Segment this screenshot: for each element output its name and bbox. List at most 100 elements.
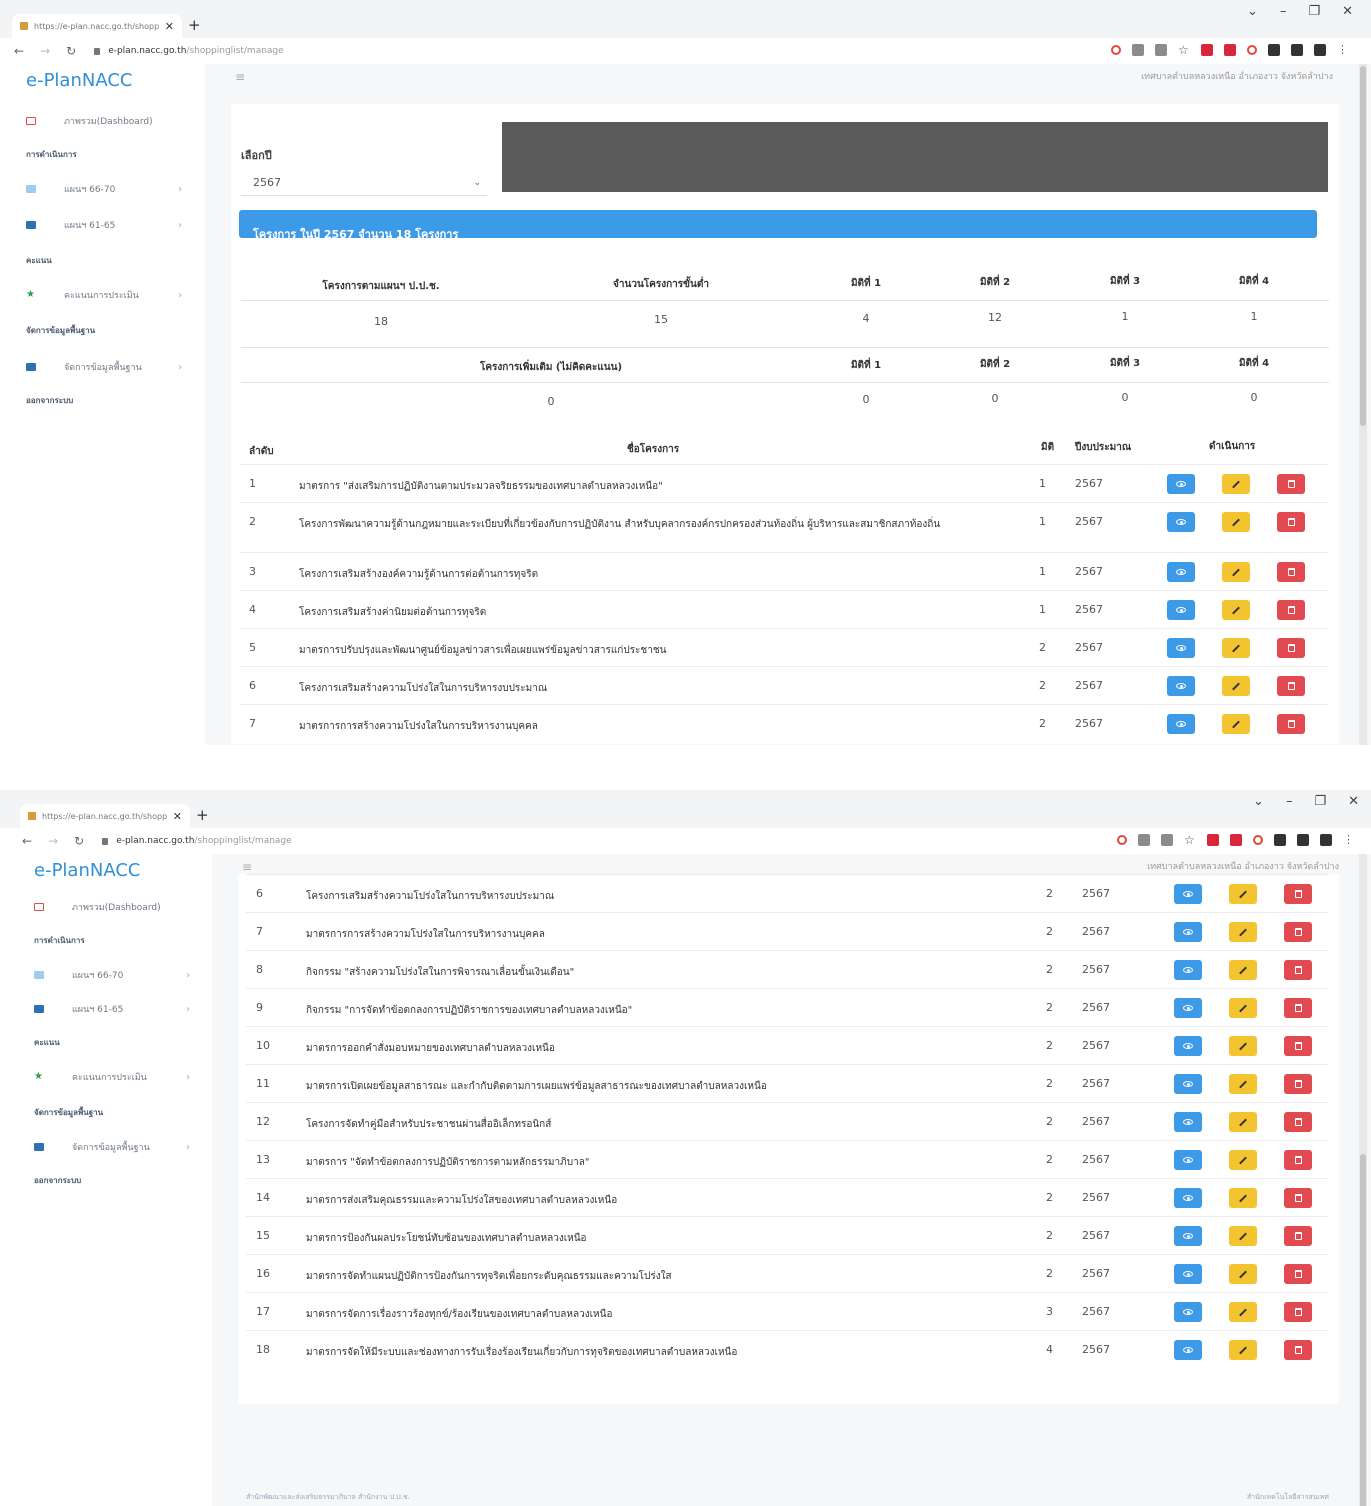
delete-button[interactable] bbox=[1284, 922, 1312, 942]
translate-icon[interactable] bbox=[1138, 834, 1150, 846]
edit-button[interactable] bbox=[1222, 600, 1250, 620]
view-button[interactable] bbox=[1167, 676, 1195, 696]
tab-search-icon[interactable]: ⌄ bbox=[1247, 4, 1258, 19]
reload-icon[interactable]: ↻ bbox=[66, 44, 76, 58]
sidebar-item-dashboard[interactable]: ภาพรวม(Dashboard) bbox=[26, 114, 153, 128]
star-icon[interactable]: ☆ bbox=[1184, 834, 1196, 846]
share-icon[interactable] bbox=[1155, 44, 1167, 56]
opera-extension-icon[interactable] bbox=[1247, 45, 1257, 55]
forward-icon[interactable]: → bbox=[48, 834, 58, 848]
sidebar-logout[interactable]: ออกจากระบบ bbox=[26, 394, 73, 407]
view-button[interactable] bbox=[1174, 1264, 1202, 1284]
view-button[interactable] bbox=[1167, 512, 1195, 532]
tab-search-icon[interactable]: ⌄ bbox=[1253, 794, 1264, 809]
delete-button[interactable] bbox=[1277, 600, 1305, 620]
google-icon[interactable] bbox=[1117, 835, 1127, 845]
hamburger-menu-icon[interactable]: ≡ bbox=[235, 70, 245, 84]
browser-tab[interactable]: https://e-plan.nacc.go.th/shopp ✕ bbox=[20, 804, 190, 828]
minimize-icon[interactable]: – bbox=[1286, 794, 1293, 809]
delete-button[interactable] bbox=[1277, 714, 1305, 734]
edit-button[interactable] bbox=[1229, 1264, 1257, 1284]
close-window-icon[interactable]: ✕ bbox=[1342, 4, 1353, 19]
star-icon[interactable]: ☆ bbox=[1178, 44, 1190, 56]
delete-button[interactable] bbox=[1284, 884, 1312, 904]
reload-icon[interactable]: ↻ bbox=[74, 834, 84, 848]
delete-button[interactable] bbox=[1277, 676, 1305, 696]
view-button[interactable] bbox=[1174, 1150, 1202, 1170]
delete-button[interactable] bbox=[1277, 638, 1305, 658]
back-icon[interactable]: ← bbox=[22, 834, 32, 848]
edit-button[interactable] bbox=[1229, 1074, 1257, 1094]
delete-button[interactable] bbox=[1277, 512, 1305, 532]
delete-button[interactable] bbox=[1284, 1264, 1312, 1284]
sidebar-item-dashboard[interactable]: ภาพรวม(Dashboard) bbox=[34, 900, 161, 914]
delete-button[interactable] bbox=[1284, 1302, 1312, 1322]
edit-button[interactable] bbox=[1222, 638, 1250, 658]
share-icon[interactable] bbox=[1161, 834, 1173, 846]
view-button[interactable] bbox=[1174, 1340, 1202, 1360]
view-button[interactable] bbox=[1174, 960, 1202, 980]
delete-button[interactable] bbox=[1284, 1188, 1312, 1208]
edit-button[interactable] bbox=[1229, 1340, 1257, 1360]
edit-button[interactable] bbox=[1222, 714, 1250, 734]
sidebar-item-score[interactable]: ★ คะแนนการประเมิน › bbox=[26, 288, 182, 302]
sidebar-item-basic-data[interactable]: จัดการข้อมูลพื้นฐาน › bbox=[26, 360, 182, 374]
profile-icon[interactable] bbox=[1320, 834, 1332, 846]
hamburger-menu-icon[interactable]: ≡ bbox=[242, 860, 252, 874]
view-button[interactable] bbox=[1167, 600, 1195, 620]
new-tab-icon[interactable]: + bbox=[196, 806, 209, 824]
edit-button[interactable] bbox=[1229, 1226, 1257, 1246]
edit-button[interactable] bbox=[1229, 998, 1257, 1018]
edit-button[interactable] bbox=[1229, 922, 1257, 942]
delete-button[interactable] bbox=[1284, 960, 1312, 980]
brand-logo[interactable]: e-PlanNACC bbox=[34, 860, 140, 881]
pdf-extension-icon[interactable] bbox=[1201, 44, 1213, 56]
minimize-icon[interactable]: – bbox=[1280, 4, 1287, 19]
view-button[interactable] bbox=[1174, 1226, 1202, 1246]
view-button[interactable] bbox=[1174, 1036, 1202, 1056]
view-button[interactable] bbox=[1167, 638, 1195, 658]
menu-icon[interactable]: ⋮ bbox=[1337, 44, 1349, 56]
edit-button[interactable] bbox=[1222, 474, 1250, 494]
sidebar-item-plan-61-65[interactable]: แผนฯ 61-65 › bbox=[26, 218, 182, 232]
url-field[interactable]: e-plan.nacc.go.th/shoppinglist/manage bbox=[102, 836, 292, 846]
sidebar-item-plan-66-70[interactable]: แผนฯ 66-70 › bbox=[34, 968, 190, 982]
restore-icon[interactable]: ❐ bbox=[1308, 4, 1320, 19]
close-tab-icon[interactable]: ✕ bbox=[173, 810, 182, 823]
forward-icon[interactable]: → bbox=[40, 44, 50, 58]
browser-tab[interactable]: https://e-plan.nacc.go.th/shopp ✕ bbox=[12, 14, 182, 38]
pdf-extension-icon[interactable] bbox=[1207, 834, 1219, 846]
edit-button[interactable] bbox=[1229, 1112, 1257, 1132]
view-button[interactable] bbox=[1174, 1302, 1202, 1322]
record-extension-icon[interactable] bbox=[1224, 44, 1236, 56]
puzzle-icon[interactable] bbox=[1274, 834, 1286, 846]
delete-button[interactable] bbox=[1277, 562, 1305, 582]
sidebar-item-score[interactable]: ★ คะแนนการประเมิน › bbox=[34, 1070, 190, 1084]
edit-button[interactable] bbox=[1229, 1150, 1257, 1170]
delete-button[interactable] bbox=[1284, 1226, 1312, 1246]
sidepanel-icon[interactable] bbox=[1291, 44, 1303, 56]
sidebar-item-plan-61-65[interactable]: แผนฯ 61-65 › bbox=[34, 1002, 190, 1016]
view-button[interactable] bbox=[1174, 998, 1202, 1018]
menu-icon[interactable]: ⋮ bbox=[1343, 834, 1355, 846]
delete-button[interactable] bbox=[1284, 1074, 1312, 1094]
close-tab-icon[interactable]: ✕ bbox=[165, 20, 174, 33]
view-button[interactable] bbox=[1174, 1112, 1202, 1132]
sidepanel-icon[interactable] bbox=[1297, 834, 1309, 846]
opera-extension-icon[interactable] bbox=[1253, 835, 1263, 845]
view-button[interactable] bbox=[1174, 884, 1202, 904]
scrollbar[interactable] bbox=[1359, 64, 1367, 745]
view-button[interactable] bbox=[1167, 562, 1195, 582]
record-extension-icon[interactable] bbox=[1230, 834, 1242, 846]
edit-button[interactable] bbox=[1229, 884, 1257, 904]
puzzle-icon[interactable] bbox=[1268, 44, 1280, 56]
view-button[interactable] bbox=[1174, 922, 1202, 942]
edit-button[interactable] bbox=[1229, 1302, 1257, 1322]
edit-button[interactable] bbox=[1222, 512, 1250, 532]
url-field[interactable]: e-plan.nacc.go.th/shoppinglist/manage bbox=[94, 46, 284, 56]
edit-button[interactable] bbox=[1222, 676, 1250, 696]
view-button[interactable] bbox=[1174, 1074, 1202, 1094]
profile-icon[interactable] bbox=[1314, 44, 1326, 56]
sidebar-item-plan-66-70[interactable]: แผนฯ 66-70 › bbox=[26, 182, 182, 196]
delete-button[interactable] bbox=[1284, 1150, 1312, 1170]
